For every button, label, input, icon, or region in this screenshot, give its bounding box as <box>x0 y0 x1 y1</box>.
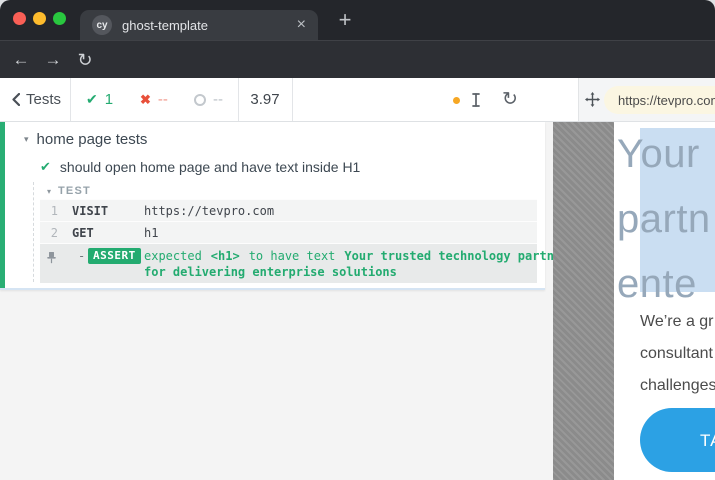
command-row-visit[interactable]: 1 VISIT https://tevpro.com <box>40 199 537 221</box>
app-h1-line3: ente <box>617 262 697 307</box>
assert-dash: - <box>78 249 85 263</box>
run-duration: 3.97 <box>238 78 292 121</box>
command-number: 1 <box>40 204 58 218</box>
aut-area: Your partn ente We’re a gr consultant ch… <box>553 122 715 480</box>
failed-count: -- <box>158 91 168 108</box>
test-row[interactable]: ✔ should open home page and have text in… <box>40 159 360 175</box>
command-indent-line <box>33 182 34 282</box>
suite-row[interactable]: ▾ home page tests <box>24 131 147 148</box>
command-message: h1 <box>144 226 158 240</box>
reload-icon[interactable]: ↻ <box>72 41 98 79</box>
assert-msg-mid: to have text <box>249 249 336 263</box>
assert-msg-element: <h1> <box>211 249 240 263</box>
restart-tests-icon[interactable]: ↻ <box>498 78 522 121</box>
tab-title: ghost-template <box>122 18 297 33</box>
browser-tab[interactable]: cy ghost-template × <box>80 10 318 40</box>
assert-msg-expected: expected <box>144 249 202 263</box>
command-method: VISIT <box>72 204 108 218</box>
test-block: ▾ home page tests ✔ should open home pag… <box>0 122 545 290</box>
autoscroll-toggle-icon[interactable] <box>466 78 486 121</box>
command-number: 2 <box>40 226 58 240</box>
back-icon[interactable]: ← <box>8 41 34 79</box>
zoom-window-button[interactable] <box>53 12 66 25</box>
passed-stat: ✔ 1 <box>86 78 113 121</box>
command-method: GET <box>72 226 94 240</box>
test-title: should open home page and have text insi… <box>60 159 360 175</box>
address-bar: ← → ↻ ⚠ Not Secure https://tevpro.com/__… <box>0 40 715 78</box>
passed-check-icon: ✔ <box>86 91 98 108</box>
command-message: https://tevpro.com <box>144 204 274 218</box>
app-paragraph: We’re a gr consultant challenges <box>640 306 715 402</box>
selector-playground-icon[interactable] <box>582 78 602 121</box>
assert-row[interactable]: - ASSERT expected<h1>to have textYour tr… <box>40 243 537 283</box>
app-h1-line2: partn <box>617 197 711 242</box>
cta-button[interactable]: TAL <box>640 408 715 472</box>
app-iframe: Your partn ente We’re a gr consultant ch… <box>614 122 715 480</box>
reporter-panel: ▾ home page tests ✔ should open home pag… <box>0 122 553 480</box>
back-to-tests-button[interactable]: Tests <box>12 78 61 121</box>
close-window-button[interactable] <box>13 12 26 25</box>
header-divider <box>70 78 71 121</box>
assert-msg-text2: for delivering enterprise solutions <box>144 265 397 279</box>
passed-indicator-strip <box>0 122 5 288</box>
passed-count: 1 <box>105 91 113 108</box>
app-h1-line1: Your <box>617 132 700 177</box>
pending-count: -- <box>213 91 223 108</box>
forward-icon[interactable]: → <box>40 41 66 79</box>
browser-window: cy ghost-template × + ← → ↻ ⚠ Not Secure… <box>0 0 715 480</box>
test-passed-check-icon: ✔ <box>40 159 51 175</box>
failed-x-icon: ✖ <box>140 92 151 108</box>
pending-circle-icon <box>194 94 206 106</box>
tab-strip: cy ghost-template × + <box>0 0 715 40</box>
command-log: 1 VISIT https://tevpro.com 2 GET h1 - AS… <box>40 199 537 283</box>
pending-stat: -- <box>194 78 223 121</box>
assert-message: expected <h1> to have text Your trusted tec… <box>144 248 577 280</box>
autoscroll-status-dot <box>453 97 460 104</box>
runner-header: Tests ✔ 1 ✖ -- -- 3.97 ↻ https://tevpro.… <box>0 78 715 122</box>
minimize-window-button[interactable] <box>33 12 46 25</box>
command-row-get[interactable]: 2 GET h1 <box>40 221 537 243</box>
app-paragraph-line2: consultant <box>640 345 713 362</box>
assert-badge: ASSERT <box>88 248 141 264</box>
section-label: TEST <box>58 185 91 197</box>
window-controls <box>13 12 66 25</box>
cypress-favicon-icon: cy <box>92 15 112 35</box>
aut-url-field[interactable]: https://tevpro.com <box>604 86 715 114</box>
header-divider <box>292 78 293 121</box>
aut-url-text: https://tevpro.com <box>618 93 715 108</box>
app-paragraph-line1: We’re a gr <box>640 313 714 330</box>
test-section-header[interactable]: ▾ TEST <box>47 185 91 197</box>
tab-close-icon[interactable]: × <box>297 17 306 33</box>
failed-stat: ✖ -- <box>140 78 168 121</box>
app-paragraph-line3: challenges <box>640 377 715 394</box>
new-tab-button[interactable]: + <box>330 8 360 34</box>
chevron-left-icon <box>12 93 20 106</box>
back-to-tests-label: Tests <box>26 91 61 108</box>
suite-title: home page tests <box>37 131 148 148</box>
cta-label: TAL <box>700 431 715 451</box>
assert-msg-text1: Your trusted technology partner <box>344 249 568 263</box>
collapse-caret-icon: ▾ <box>47 187 51 196</box>
collapse-caret-icon: ▾ <box>24 134 29 145</box>
pin-icon[interactable] <box>46 251 57 264</box>
